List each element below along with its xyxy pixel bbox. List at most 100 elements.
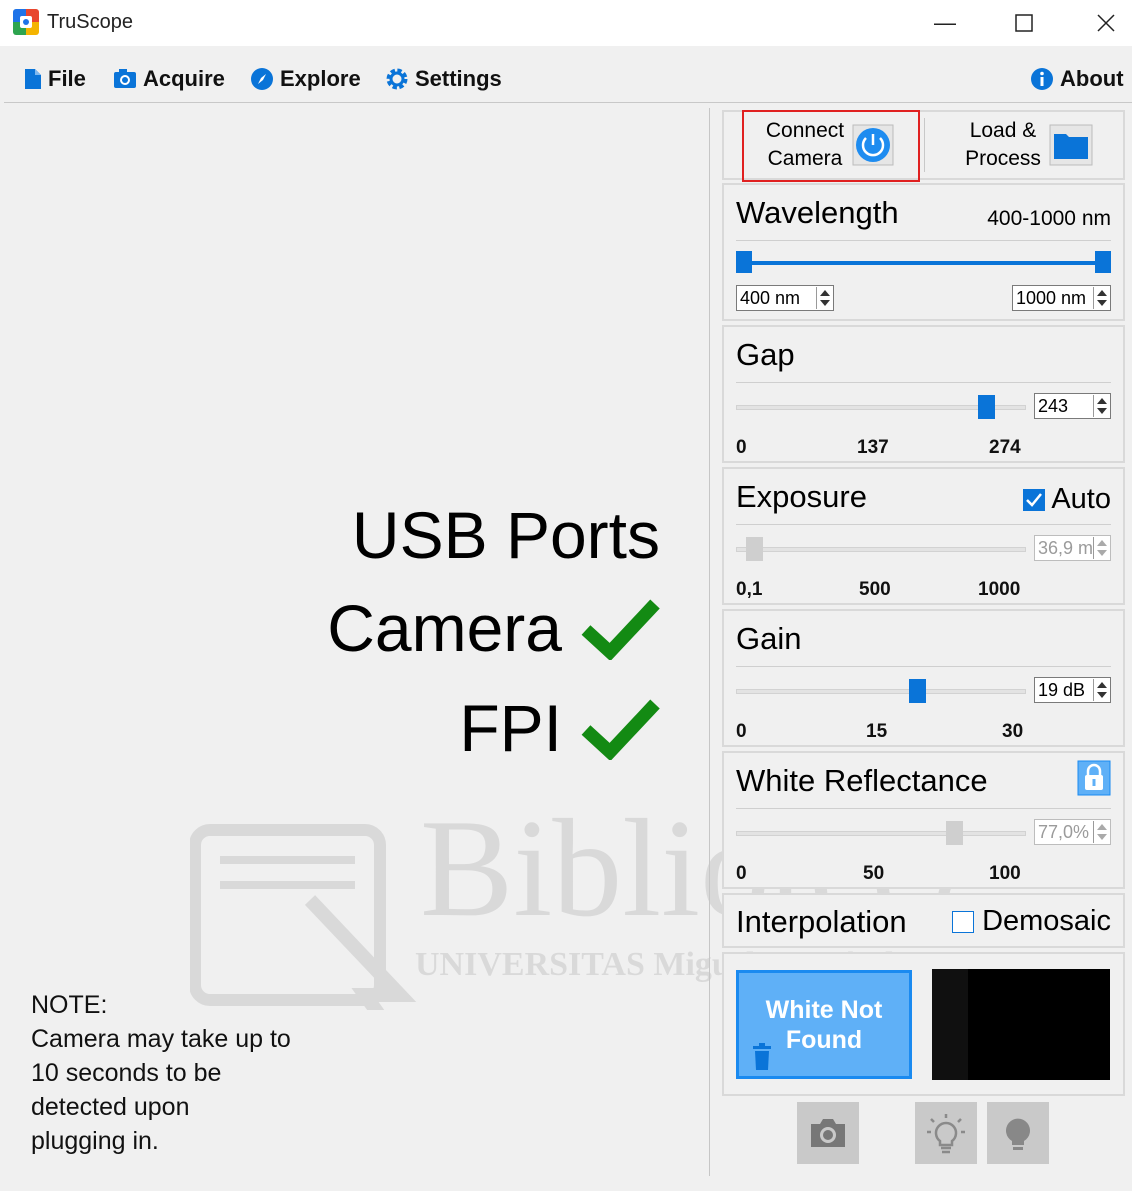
wavelength-divider: [736, 240, 1111, 241]
menu-settings[interactable]: Settings: [385, 66, 502, 92]
white-reflectance-divider: [736, 808, 1111, 809]
white-reflectance-tick-mid: 50: [863, 863, 885, 884]
white-reflectance-value: 77,0%: [1038, 822, 1090, 842]
camera-status: Camera: [327, 590, 660, 666]
close-icon: [1097, 14, 1115, 32]
camera-preview: [932, 969, 1110, 1080]
demosaic-toggle[interactable]: Demosaic: [952, 905, 1111, 938]
capture-button[interactable]: [797, 1102, 859, 1164]
connect-highlight-box: [742, 110, 920, 182]
gap-tick-min: 0: [736, 437, 747, 458]
wavelength-panel: Wavelength 400-1000 nm 400 nm 1000 nm: [722, 183, 1125, 321]
panel-divider: [709, 108, 710, 1176]
menu-settings-label: Settings: [415, 66, 502, 91]
exposure-tick-max: 1000: [978, 579, 1021, 600]
app-logo-icon: [13, 9, 39, 35]
load-process-label: Load & Process: [965, 119, 1041, 170]
exposure-input: 36,9 m: [1034, 535, 1111, 561]
camera-icon: [114, 69, 136, 88]
check-icon: [581, 699, 660, 760]
white-not-found-button[interactable]: White Not Found: [736, 970, 912, 1079]
exposure-auto-toggle[interactable]: Auto: [1023, 483, 1111, 516]
gap-tick-mid: 137: [857, 437, 889, 458]
close-button[interactable]: [1088, 6, 1124, 40]
spinner-arrows-icon[interactable]: [1093, 287, 1109, 309]
gap-value: 243: [1038, 396, 1069, 416]
fpi-status-text: FPI: [459, 691, 562, 765]
usb-ports-text: USB Ports: [351, 498, 660, 572]
minimize-button[interactable]: —: [927, 6, 963, 40]
exposure-slider-track: [736, 547, 1026, 552]
wavelength-max-value: 1000 nm: [1016, 288, 1087, 308]
white-reflectance-input: 77,0%: [1034, 819, 1111, 845]
gain-tick-max: 30: [1002, 721, 1024, 742]
menu-file-label: File: [48, 66, 86, 91]
wavelength-min-handle[interactable]: [736, 251, 752, 273]
menu-about[interactable]: About: [1030, 66, 1124, 92]
spinner-arrows-icon: [1093, 537, 1109, 559]
menu-explore-label: Explore: [280, 66, 361, 91]
white-reflectance-slider-handle: [946, 821, 964, 845]
light-on-button[interactable]: [987, 1102, 1049, 1164]
gap-slider-handle[interactable]: [978, 395, 996, 419]
gain-value: 19 dB: [1038, 680, 1086, 700]
camera-icon: [811, 1119, 845, 1147]
maximize-button[interactable]: [1006, 6, 1042, 40]
wavelength-range-track[interactable]: [744, 261, 1102, 265]
gain-input[interactable]: 19 dB: [1034, 677, 1111, 703]
spinner-arrows-icon: [1093, 821, 1109, 843]
lightbulb-outline-icon: [927, 1114, 965, 1154]
white-reflectance-tick-max: 100: [989, 863, 1021, 884]
light-off-button[interactable]: [915, 1102, 977, 1164]
info-icon: [1031, 68, 1053, 90]
spinner-arrows-icon[interactable]: [1093, 395, 1109, 417]
exposure-tick-min: 0,1: [736, 579, 763, 600]
gain-slider-handle[interactable]: [908, 679, 926, 703]
white-reflectance-slider-track: [736, 831, 1026, 836]
trash-icon[interactable]: [751, 1043, 773, 1071]
wavelength-min-value: 400 nm: [740, 288, 801, 308]
gain-panel: Gain 19 dB 0 15 30: [722, 609, 1125, 747]
exposure-panel: Exposure Auto 36,9 m 0,1 500 1000: [722, 467, 1125, 605]
menu-acquire[interactable]: Acquire: [113, 66, 225, 92]
demosaic-checkbox[interactable]: [952, 910, 975, 933]
gain-divider: [736, 666, 1111, 667]
exposure-divider: [736, 524, 1111, 525]
camera-note: NOTE: Camera may take up to 10 seconds t…: [31, 991, 291, 1155]
gain-tick-mid: 15: [866, 721, 888, 742]
exposure-title: Exposure: [736, 479, 867, 514]
load-process-button[interactable]: Load & Process: [939, 114, 1119, 176]
check-icon: [581, 599, 660, 660]
demosaic-label: Demosaic: [982, 905, 1111, 937]
lock-icon[interactable]: [1077, 760, 1111, 796]
lightbulb-icon: [1006, 1118, 1030, 1150]
menu-file[interactable]: File: [24, 66, 86, 92]
gap-tick-max: 274: [989, 437, 1021, 458]
menu-about-label: About: [1060, 66, 1124, 91]
auto-label: Auto: [1051, 483, 1111, 515]
wavelength-title: Wavelength: [736, 195, 899, 230]
white-reflectance-panel: White Reflectance 77,0% 0 50 100: [722, 751, 1125, 889]
interpolation-panel: Interpolation Demosaic: [722, 893, 1125, 948]
maximize-icon: [1015, 14, 1033, 32]
wavelength-max-input[interactable]: 1000 nm: [1012, 285, 1111, 311]
wavelength-min-input[interactable]: 400 nm: [736, 285, 834, 311]
window-title: TruScope: [47, 11, 133, 33]
auto-checkbox[interactable]: [1023, 488, 1046, 511]
exposure-value: 36,9 m: [1038, 538, 1094, 558]
wavelength-max-handle[interactable]: [1095, 251, 1111, 273]
exposure-slider-handle: [746, 537, 764, 561]
gain-slider-track[interactable]: [736, 689, 1026, 694]
title-bar: TruScope —: [0, 0, 1132, 46]
file-icon: [25, 69, 41, 89]
menu-explore[interactable]: Explore: [250, 66, 361, 92]
spinner-arrows-icon[interactable]: [1093, 679, 1109, 701]
gap-panel: Gap 243 0 137 274: [722, 325, 1125, 463]
wavelength-range-label: 400-1000 nm: [987, 207, 1111, 230]
toolbar-separator: [924, 118, 925, 172]
gap-title: Gap: [736, 337, 795, 372]
interpolation-title: Interpolation: [736, 904, 907, 939]
gap-input[interactable]: 243: [1034, 393, 1111, 419]
compass-icon: [251, 68, 273, 90]
spinner-arrows-icon[interactable]: [816, 287, 832, 309]
